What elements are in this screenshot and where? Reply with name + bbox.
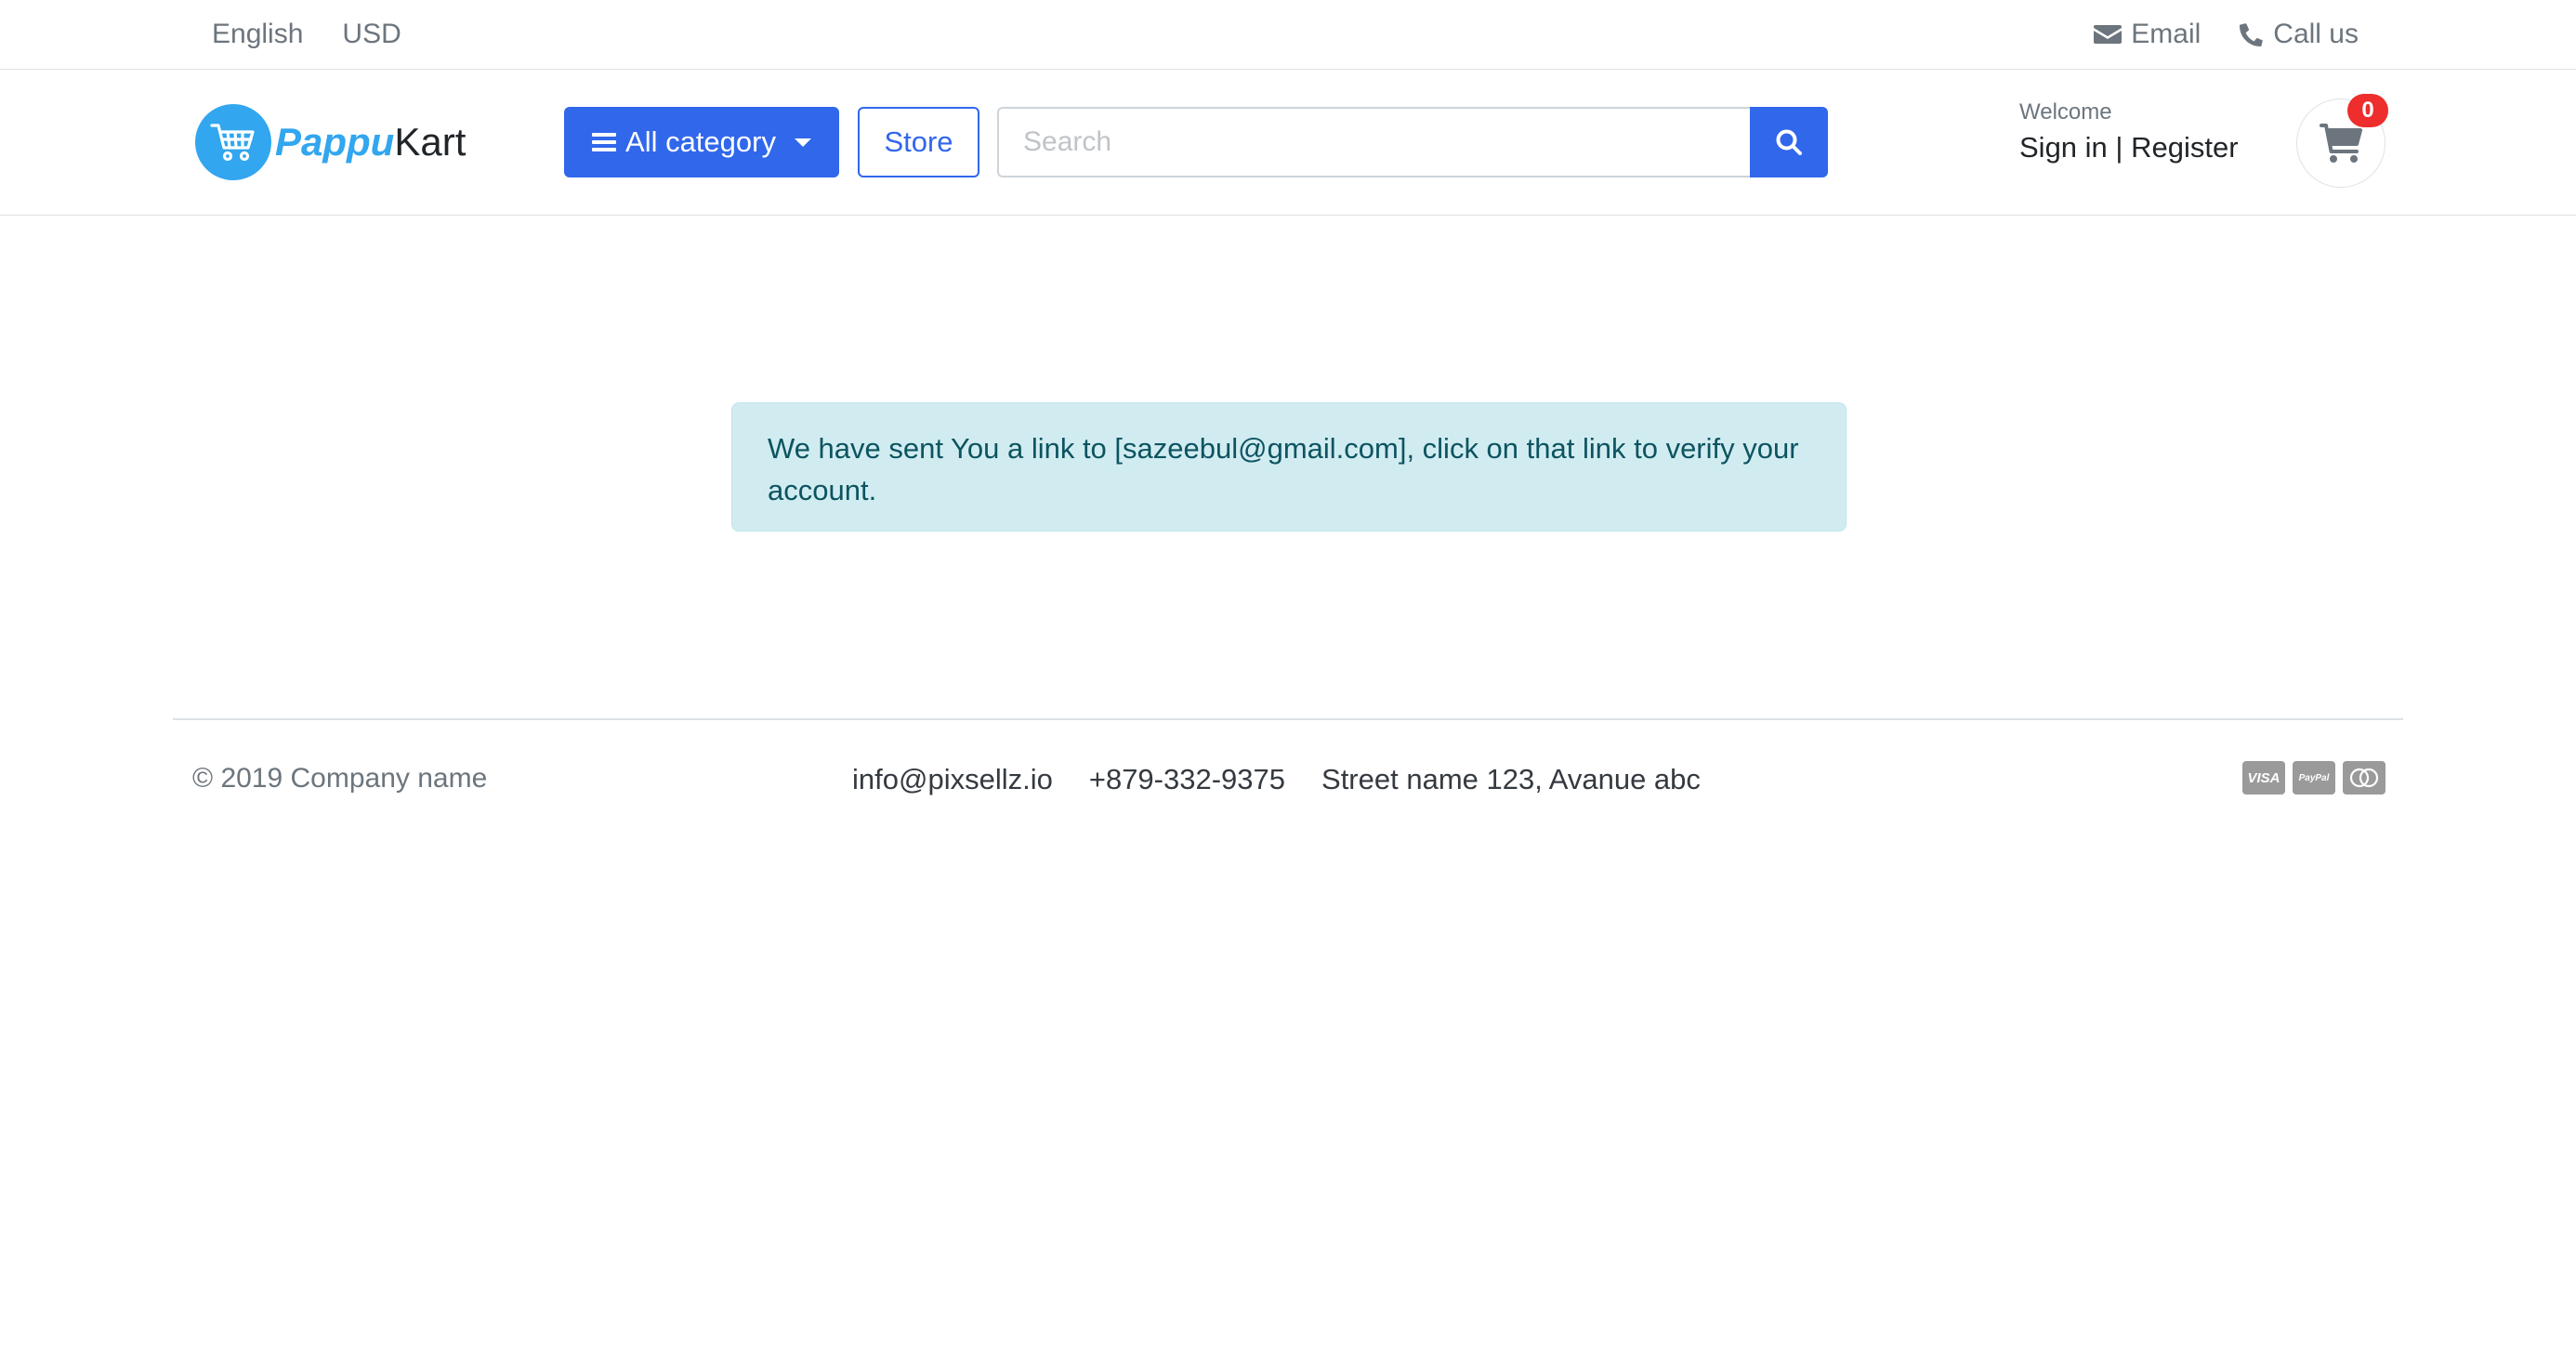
account-links: Sign in | Register [2019, 131, 2239, 164]
shopping-cart-icon [2320, 124, 2362, 163]
footer-phone[interactable]: +879-332-9375 [1089, 763, 1285, 796]
mastercard-icon [2343, 761, 2385, 795]
email-link[interactable]: Email [2094, 19, 2201, 50]
all-category-button[interactable]: All category [564, 107, 839, 177]
link-separator: | [2115, 131, 2123, 164]
main-header: PappuKart All category Store Welcome Sig… [0, 70, 2576, 216]
currency-selector[interactable]: USD [342, 19, 401, 50]
sign-in-link[interactable]: Sign in [2019, 131, 2108, 164]
all-category-label: All category [625, 125, 776, 158]
bars-icon [592, 133, 617, 151]
search-input[interactable] [997, 107, 1750, 177]
cart-count-badge: 0 [2347, 94, 2388, 127]
top-bar-left: English USD [212, 0, 401, 69]
paypal-icon: PayPal [2293, 761, 2335, 795]
call-link[interactable]: Call us [2240, 19, 2359, 50]
email-label: Email [2131, 19, 2201, 49]
search-icon [1776, 129, 1802, 155]
search-button[interactable] [1750, 107, 1828, 177]
cart-button[interactable]: 0 [2296, 94, 2388, 188]
footer-email[interactable]: info@pixsellz.io [852, 763, 1053, 796]
register-link[interactable]: Register [2131, 131, 2238, 164]
brand-name-part1: Pappu [275, 120, 395, 164]
brand-logo[interactable]: PappuKart [195, 104, 466, 180]
store-button[interactable]: Store [858, 107, 979, 177]
visa-icon: VISA [2242, 761, 2285, 795]
envelope-icon [2094, 25, 2123, 44]
brand-name-part2: Kart [394, 120, 467, 164]
welcome-text: Welcome [2019, 99, 2112, 125]
top-bar: English USD Email Call us [0, 0, 2576, 70]
call-label: Call us [2273, 19, 2359, 49]
cart-logo-icon [195, 104, 271, 180]
footer-contacts: info@pixsellz.io +879-332-9375 Street na… [852, 763, 1701, 796]
footer-address: Street name 123, Avanue abc [1321, 763, 1701, 795]
phone-icon [2240, 23, 2264, 46]
footer: © 2019 Company name info@pixsellz.io +87… [0, 720, 2576, 841]
brand-name: PappuKart [275, 120, 466, 164]
account-area: Welcome Sign in | Register [2019, 99, 2239, 164]
caret-down-icon [794, 138, 811, 147]
payment-methods: VISA PayPal [2242, 761, 2385, 795]
copyright-text: © 2019 Company name [192, 763, 488, 794]
language-selector[interactable]: English [212, 19, 303, 50]
top-bar-right: Email Call us [2094, 0, 2359, 69]
verification-alert: We have sent You a link to [sazeebul@gma… [731, 402, 1847, 532]
